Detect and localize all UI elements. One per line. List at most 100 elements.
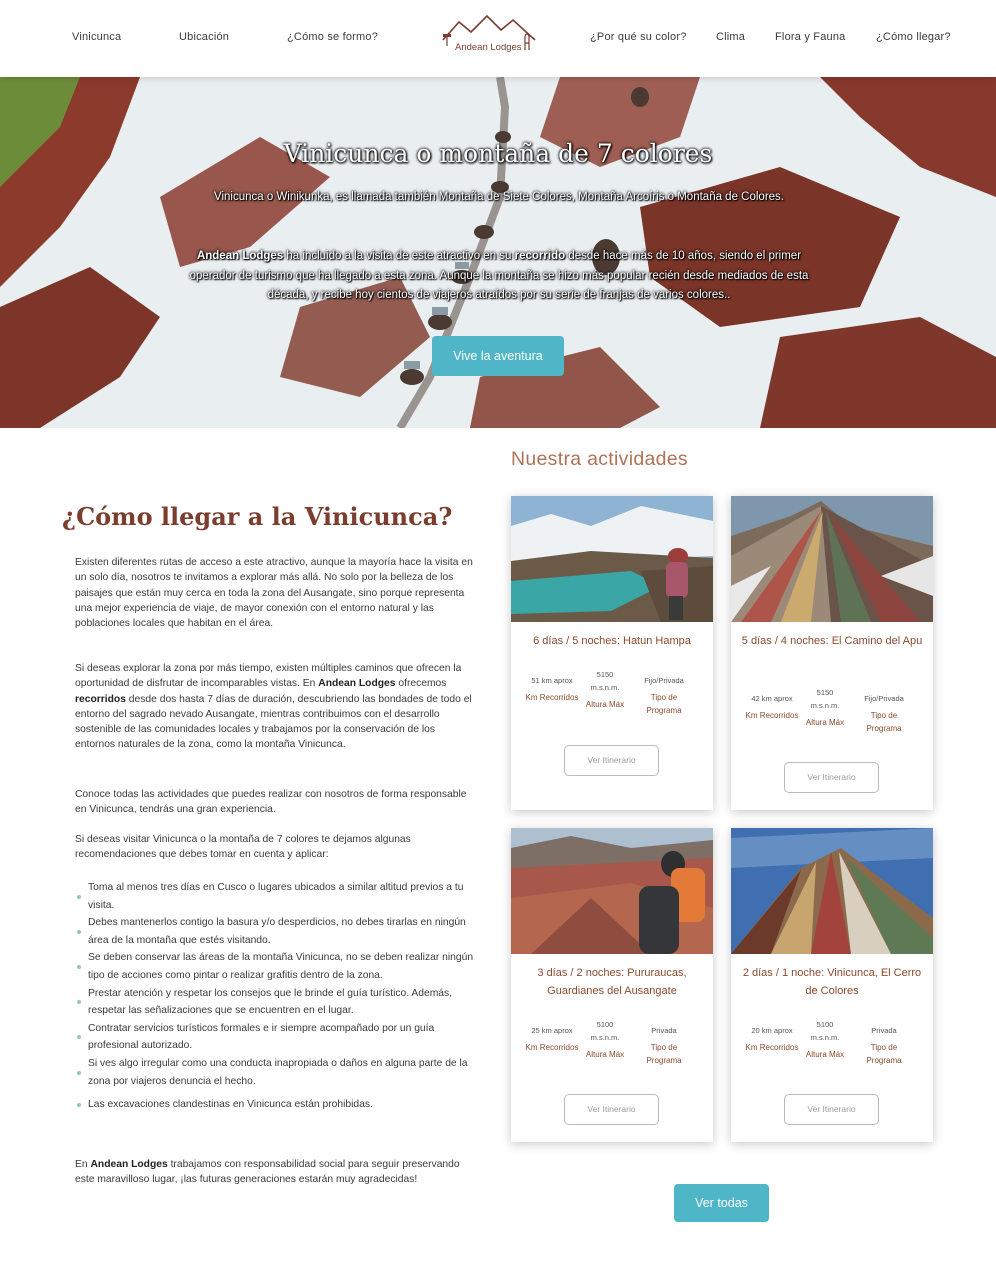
brand-name: Andean Lodges [318,678,396,690]
card-image-hiker [511,828,713,954]
howto-paragraph-4: Si deseas visitar Vinicunca o la montaña… [75,834,411,861]
stat-value: 5150 [596,670,614,679]
stat-value: Fijo/Privada [864,694,904,703]
recommendation-item: Debes mantenerlos contigo la basura y/o … [75,914,475,949]
hero-title: Vinicunca o montaña de 7 colores [283,139,713,168]
nav-link-flora-fauna[interactable]: Flora y Fauna [775,31,845,43]
card-title: 3 días / 2 noches: Pururaucas, Guardiane… [537,967,687,997]
recommendation-item: Si ves algo irregular como una conducta … [75,1055,475,1090]
howto-paragraph-1: Existen diferentes rutas de acceso a est… [75,557,473,630]
stat-distance: 42 km aprox Km Recorridos [743,692,801,722]
hero-cta-button[interactable]: Vive la aventura [432,336,564,376]
logo-text: Andean Lodges [455,42,522,53]
stat-unit: km aprox [539,1026,573,1035]
hero-intro: Vinicunca o Winikunka, es llamada tambié… [214,191,784,203]
card-image-rainbow-mountain [731,496,933,622]
stat-value: 51 km aprox [523,674,581,687]
stat-number: 20 [751,1026,760,1035]
paragraph-text: desde dos hasta 7 días de duración, desc… [75,693,472,751]
recommendations-list: Toma al menos tres días en Cusco o lugar… [75,879,475,1114]
hero-description-bold: recorrido [514,250,566,262]
activity-card: 5 días / 4 noches: El Camino del Apu 42 … [731,496,933,810]
card-image-lagoon [511,496,713,622]
card-title: 5 días / 4 noches: El Camino del Apu [741,635,923,647]
stat-value: 42 km aprox [743,692,801,705]
view-itinerary-button[interactable]: Ver Itinerario [564,745,659,776]
stat-value: Privada [871,1026,897,1035]
stat-altitude: 5150 m.s.n.m. Altura Máx [576,668,634,711]
nav-link-como-llegar[interactable]: ¿Cómo llegar? [876,31,951,43]
stat-program-type: Privada Tipo de Programa [855,1024,913,1067]
stat-label: Tipo de Programa [866,1043,902,1065]
howto-paragraph-3: Conoce todas las actividades que puedes … [75,789,467,816]
section-title-how-to-get-there: ¿Cómo llegar a la Vinicunca? [62,502,453,531]
stat-program-type: Fijo/Privada Tipo de Programa [635,674,693,717]
nav-link-vinicunca[interactable]: Vinicunca [72,31,121,43]
nav-link-por-que-su-color[interactable]: ¿Por qué su color? [590,31,687,43]
nav-link-ubicacion[interactable]: Ubicación [179,31,229,43]
stat-number: 51 [531,676,540,685]
view-itinerary-button[interactable]: Ver Itinerario [784,1094,879,1125]
stat-distance: 25 km aprox Km Recorridos [523,1024,581,1054]
stat-label: Altura Máx [805,718,845,727]
stat-altitude: 5100 m.s.n.m. Altura Máx [796,1018,854,1061]
stat-value: 25 km aprox [523,1024,581,1037]
stat-label: Tipo de Programa [866,711,902,733]
stat-program-type: Fijo/Privada Tipo de Programa [855,692,913,735]
hero-banner: Vinicunca o montaña de 7 colores Vinicun… [0,77,996,428]
brand-name: Andean Lodges [196,250,284,262]
brand-name: Andean Lodges [90,1159,168,1170]
activity-card: 6 días / 5 noches: Hatun Hampa 51 km apr… [511,496,713,810]
recommendation-item: Las excavaciones clandestinas en Vinicun… [75,1096,475,1114]
paragraph-text: ofrecemos [395,678,447,690]
stat-unit: m.s.n.m. [810,701,840,710]
stat-number: 25 [531,1026,540,1035]
stat-value: Fijo/Privada [644,676,684,685]
recommendation-item: Contratar servicios turísticos formales … [75,1020,475,1055]
stat-number: 42 [751,694,760,703]
recommendation-item: Prestar atención y respetar los consejos… [75,985,475,1020]
nav-link-clima[interactable]: Clima [716,31,745,43]
stat-label: Altura Máx [805,1050,845,1059]
stat-label: Km Recorridos [745,1043,799,1052]
stat-label: Altura Máx [585,1050,625,1059]
recommendation-item: Se deben conservar las áreas de la monta… [75,949,475,984]
stat-unit: m.s.n.m. [590,683,620,692]
stat-label: Km Recorridos [745,711,799,720]
activity-card: 2 días / 1 noche: Vinicunca, El Cerro de… [731,828,933,1142]
hero-description: Andean Lodges ha incluido a la visita de… [184,247,814,306]
stat-altitude: 5100 m.s.n.m. Altura Máx [576,1018,634,1061]
activities-title: Nuestra actividades [511,448,688,470]
stat-unit: m.s.n.m. [590,1033,620,1042]
stat-value: 5150 [816,688,834,697]
hero-description-text: ha incluido a la visita de este atractiv… [283,250,515,262]
view-itinerary-button[interactable]: Ver Itinerario [784,762,879,793]
recommendation-item: Toma al menos tres días en Cusco o lugar… [75,879,475,914]
stat-unit: km aprox [759,1026,793,1035]
nav-link-como-se-formo[interactable]: ¿Cómo se formo? [287,31,378,43]
stat-label: Km Recorridos [525,1043,579,1052]
card-title: 6 días / 5 noches: Hatun Hampa [533,635,691,647]
top-navigation: Vinicunca Ubicación ¿Cómo se formo? Ande… [0,0,996,77]
stat-value: 5100 [816,1020,834,1029]
stat-unit: m.s.n.m. [810,1033,840,1042]
card-image-colored-mountain [731,828,933,954]
stat-label: Altura Máx [585,700,625,709]
paragraph-text: En [75,1159,91,1170]
stat-value: Privada [651,1026,677,1035]
stat-program-type: Privada Tipo de Programa [635,1024,693,1067]
stat-altitude: 5150 m.s.n.m. Altura Máx [796,686,854,729]
stat-label: Tipo de Programa [646,693,682,715]
howto-closing: En Andean Lodges trabajamos con responsa… [75,1157,475,1188]
stat-unit: km aprox [759,694,793,703]
stat-distance: 20 km aprox Km Recorridos [743,1024,801,1054]
stat-label: Tipo de Programa [646,1043,682,1065]
howto-paragraph-2: Si deseas explorar la zona por más tiemp… [75,661,475,753]
paragraph-bold: recorridos [75,693,126,705]
view-itinerary-button[interactable]: Ver Itinerario [564,1094,659,1125]
stat-distance: 51 km aprox Km Recorridos [523,674,581,704]
see-all-activities-button[interactable]: Ver todas [674,1184,769,1222]
stat-label: Km Recorridos [525,693,579,702]
card-title: 2 días / 1 noche: Vinicunca, El Cerro de… [742,967,922,997]
stat-value: 5100 [596,1020,614,1029]
